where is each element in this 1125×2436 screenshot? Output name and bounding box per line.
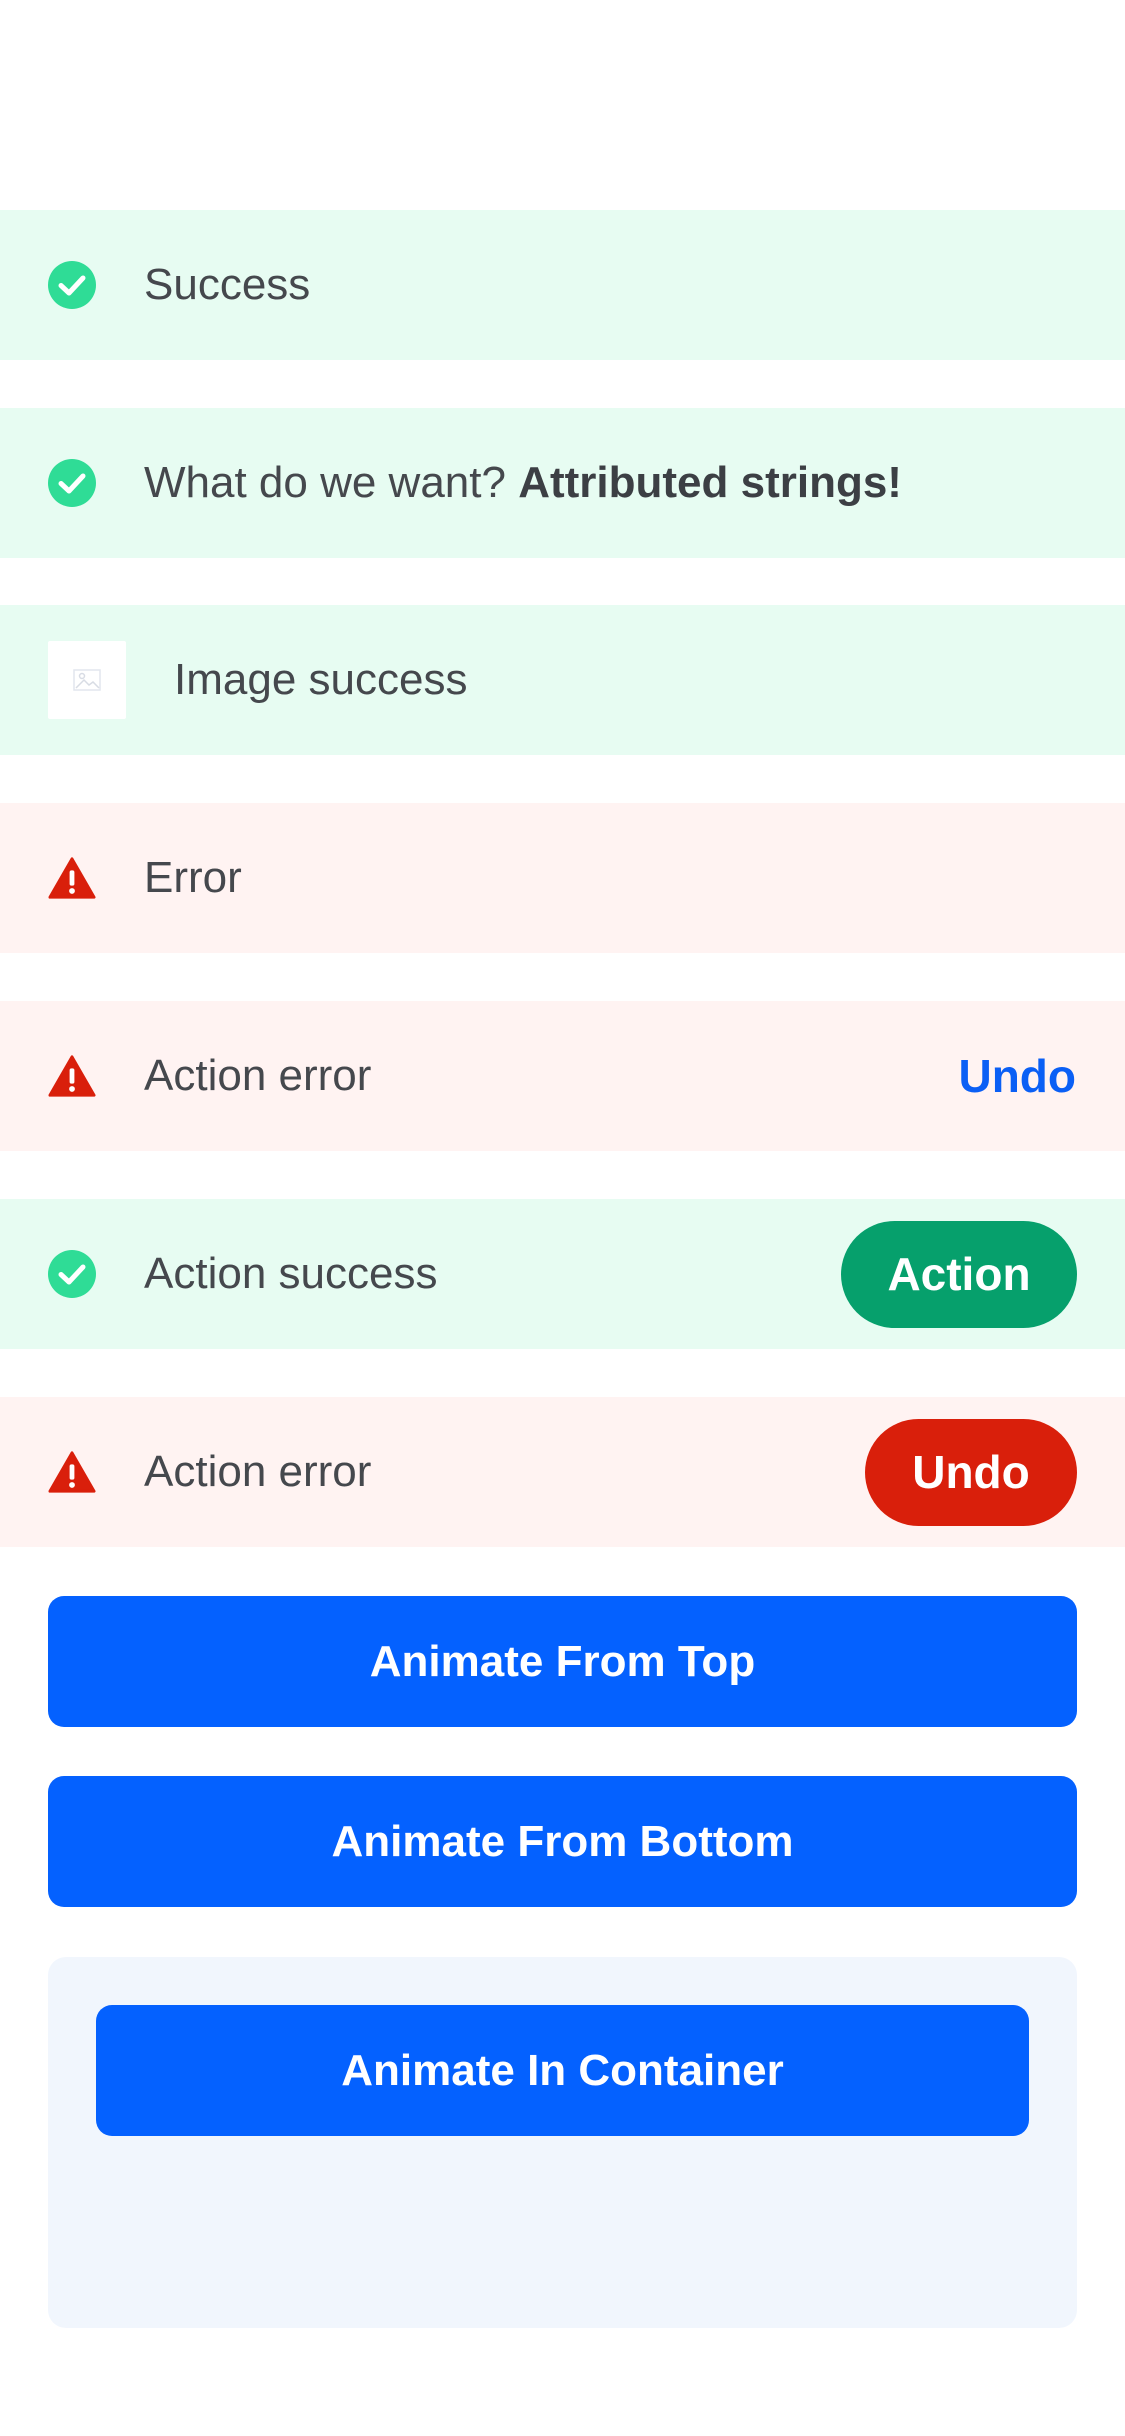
banner-message-plain: What do we want? bbox=[144, 458, 519, 507]
image-success-banner: Image success bbox=[0, 605, 1125, 755]
warning-triangle-icon bbox=[48, 854, 96, 902]
animate-in-container-button[interactable]: Animate In Container bbox=[96, 2005, 1029, 2136]
check-circle-icon bbox=[48, 261, 96, 309]
check-circle-icon bbox=[48, 459, 96, 507]
error-banner: Error bbox=[0, 803, 1125, 953]
animate-from-bottom-button[interactable]: Animate From Bottom bbox=[48, 1776, 1077, 1907]
banner-message: Image success bbox=[174, 655, 468, 704]
banner-message: Action error bbox=[144, 1447, 372, 1496]
action-success-banner: Action success Action bbox=[0, 1199, 1125, 1349]
success-banner: Success bbox=[0, 210, 1125, 360]
banner-message: Success bbox=[144, 260, 311, 309]
animation-container: Animate In Container bbox=[48, 1957, 1077, 2328]
action-button[interactable]: Action bbox=[841, 1220, 1077, 1328]
warning-triangle-icon bbox=[48, 1448, 96, 1496]
image-placeholder-icon bbox=[48, 641, 126, 719]
banner-message-bold: Attributed strings! bbox=[518, 458, 902, 507]
animate-from-top-button[interactable]: Animate From Top bbox=[48, 1596, 1077, 1727]
attributed-success-banner: What do we want? Attributed strings! bbox=[0, 408, 1125, 558]
banner-message: Action error bbox=[144, 1051, 372, 1100]
banner-message: What do we want? Attributed strings! bbox=[144, 457, 902, 509]
action-error-pill-banner: Action error Undo bbox=[0, 1397, 1125, 1547]
banner-message: Error bbox=[144, 853, 242, 902]
undo-link[interactable]: Undo bbox=[958, 1050, 1076, 1102]
undo-button[interactable]: Undo bbox=[865, 1418, 1077, 1526]
banner-message: Action success bbox=[144, 1249, 438, 1298]
action-error-banner: Action error Undo bbox=[0, 1001, 1125, 1151]
warning-triangle-icon bbox=[48, 1052, 96, 1100]
check-circle-icon bbox=[48, 1250, 96, 1298]
